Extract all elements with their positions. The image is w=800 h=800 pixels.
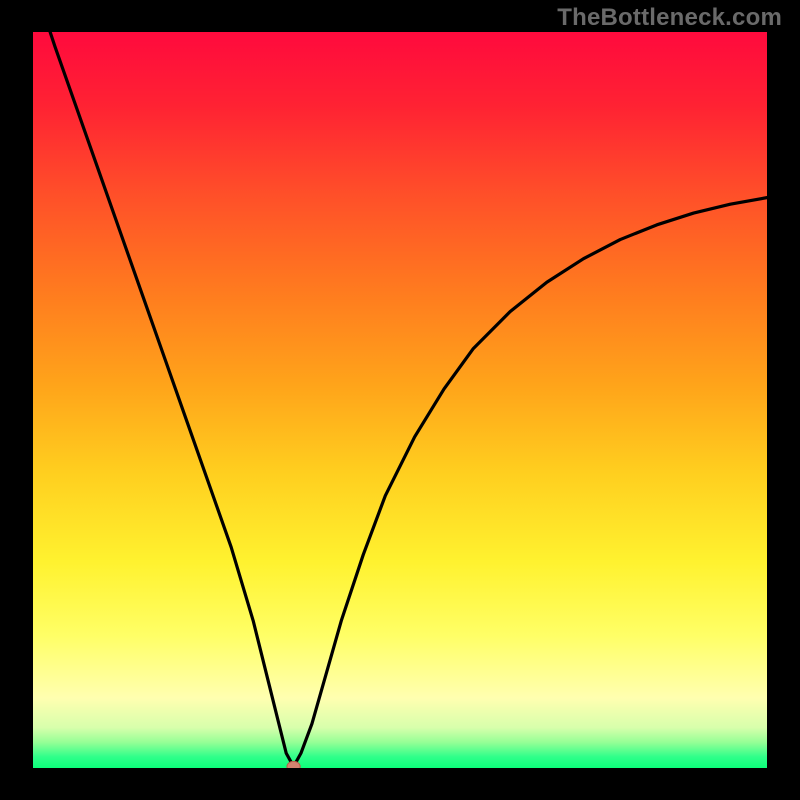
plot-background [33,32,767,768]
minimum-marker [287,761,300,771]
chart-frame: { "watermark": "TheBottleneck.com", "col… [0,0,800,800]
bottleneck-chart [0,0,800,800]
